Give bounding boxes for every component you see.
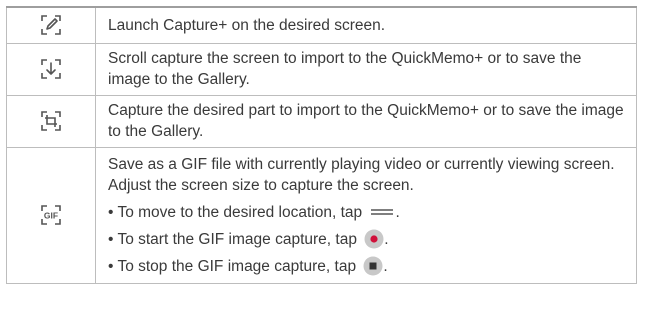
bullet-text: To start the GIF image capture, tap	[117, 230, 357, 248]
icon-cell	[6, 42, 96, 96]
table-row: Launch Capture+ on the desired screen.	[6, 6, 637, 44]
bullet-text: To move to the desired location, tap	[117, 203, 363, 221]
bullet-marker: •	[108, 257, 114, 275]
row-description: Scroll capture the screen to import to t…	[95, 42, 637, 96]
row-description: Save as a GIF file with currently playin…	[95, 146, 637, 284]
list-item: • To move to the desired location, tap .	[108, 202, 626, 223]
table-row: Capture the desired part to import to th…	[6, 94, 637, 148]
table-row: GIF Save as a GIF file with currently pl…	[6, 146, 637, 284]
table-row: Scroll capture the screen to import to t…	[6, 42, 637, 96]
bullet-text: To stop the GIF image capture, tap	[117, 257, 357, 275]
list-item: • To stop the GIF image capture, tap .	[108, 256, 626, 277]
bullet-end: .	[384, 230, 389, 248]
list-item: • To start the GIF image capture, tap .	[108, 229, 626, 250]
crop-capture-icon	[41, 111, 61, 131]
row-description: Launch Capture+ on the desired screen.	[95, 6, 637, 44]
bullet-end: .	[395, 203, 400, 221]
scroll-capture-icon	[41, 59, 61, 79]
row-description: Capture the desired part to import to th…	[95, 94, 637, 148]
gif-intro-text: Save as a GIF file with currently playin…	[108, 155, 615, 194]
record-button-icon	[364, 229, 384, 249]
icon-cell	[6, 94, 96, 148]
icon-cell: GIF	[6, 146, 96, 284]
move-handle-icon	[371, 209, 394, 216]
bullet-end: .	[383, 257, 388, 275]
edit-pen-icon	[41, 15, 61, 36]
icon-cell	[6, 6, 96, 44]
bullet-marker: •	[108, 203, 114, 221]
gif-icon-label: GIF	[44, 211, 58, 221]
stop-button-icon	[363, 256, 383, 276]
feature-table: Launch Capture+ on the desired screen. S…	[6, 6, 637, 284]
bullet-marker: •	[108, 230, 114, 248]
gif-capture-icon: GIF	[41, 205, 61, 225]
